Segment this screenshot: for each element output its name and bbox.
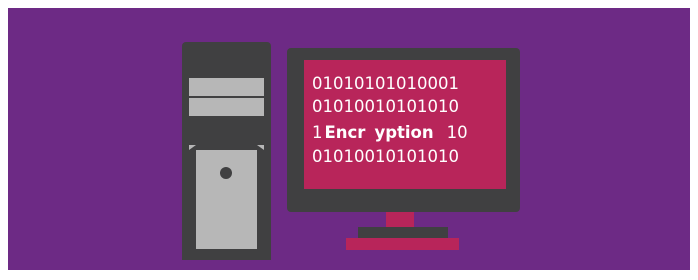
encryption-line-prefix: 1 bbox=[312, 123, 323, 142]
computer-tower-icon bbox=[182, 42, 271, 260]
encryption-word-b: yption bbox=[374, 123, 434, 142]
monitor-neck bbox=[386, 212, 414, 228]
binary-line-2: 01010010101010 bbox=[312, 97, 459, 116]
encryption-line: 1 Encr yption 10 bbox=[312, 123, 468, 143]
front-panel bbox=[196, 150, 257, 249]
binary-line-4: 01010010101010 bbox=[312, 147, 459, 166]
monitor-icon: 01010101010001 01010010101010 1 Encr yptio… bbox=[287, 48, 520, 212]
bay-corner-right bbox=[257, 145, 264, 150]
drive-bay-top bbox=[189, 78, 264, 96]
encryption-word-a: Encr bbox=[324, 123, 366, 142]
encryption-line-suffix: 10 bbox=[446, 123, 468, 142]
bay-corner-left bbox=[189, 145, 196, 150]
power-button-icon bbox=[220, 167, 232, 179]
binary-line-1: 01010101010001 bbox=[312, 74, 459, 93]
monitor-base-shadow bbox=[346, 238, 459, 250]
illustration-canvas: 01010101010001 01010010101010 1 Encr yptio… bbox=[0, 0, 698, 280]
monitor-screen: 01010101010001 01010010101010 1 Encr yptio… bbox=[304, 60, 506, 189]
drive-bay-bottom bbox=[189, 98, 264, 116]
monitor-base bbox=[358, 227, 448, 238]
